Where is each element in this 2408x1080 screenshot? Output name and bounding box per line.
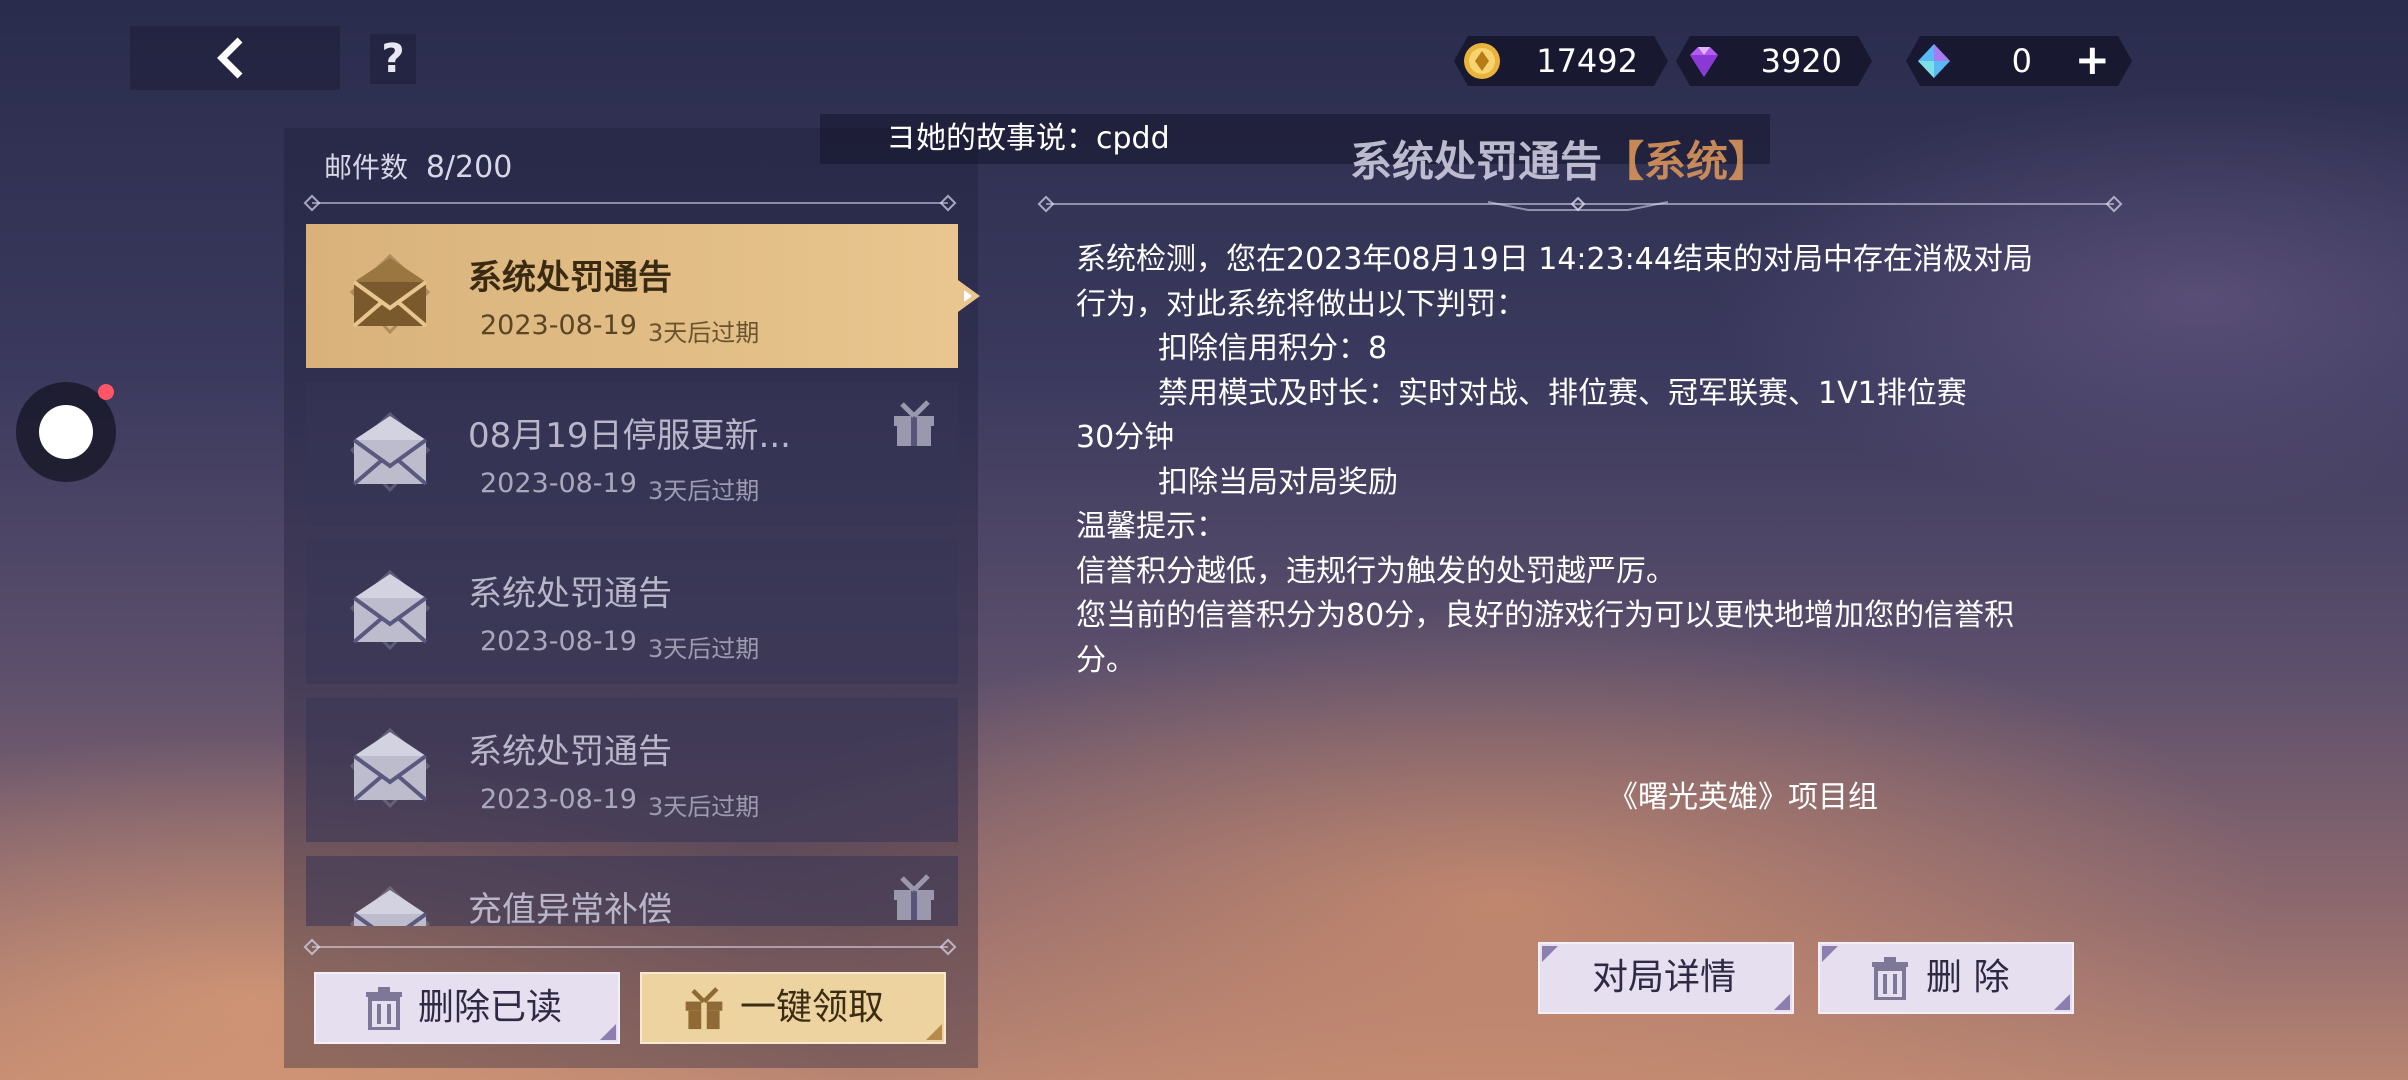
mail-title: 系统处罚通告	[468, 258, 672, 298]
mail-expiry: 3天后过期	[648, 477, 760, 505]
divider-ornament-icon	[1488, 196, 1668, 212]
mail-date: 2023-08-19	[480, 468, 637, 499]
match-details-button[interactable]: 对局详情	[1538, 942, 1794, 1014]
help-button[interactable]: ?	[370, 34, 416, 84]
mail-count-value: 8/200	[425, 150, 513, 185]
body-line: 30分钟	[1076, 420, 1175, 455]
delete-read-label: 删除已读	[418, 987, 563, 1028]
button-corner	[1774, 994, 1790, 1010]
floating-assistant-button[interactable]	[16, 382, 116, 482]
gift-icon	[685, 987, 723, 1030]
mail-title: 08月19日停服更新...	[468, 416, 791, 456]
trash-icon	[1872, 957, 1908, 1000]
delete-mail-button[interactable]: 删 除	[1818, 942, 2074, 1014]
envelope-icon	[350, 885, 430, 926]
mail-expiry: 3天后过期	[648, 635, 760, 663]
mail-detail-tag: 【系统】	[1602, 137, 1771, 186]
purple-diamond-icon	[1684, 41, 1724, 81]
mail-title: 系统处罚通告	[468, 574, 672, 614]
purple-diamond-value: 3920	[1760, 42, 1842, 80]
gold-coin-value: 17492	[1536, 42, 1638, 80]
mail-title: 系统处罚通告	[468, 732, 672, 772]
mail-date: 2023-08-19	[480, 310, 637, 341]
mail-list-panel: 邮件数 8/200 系统处罚通告 2023-08-19 3天后过期 08月19日…	[284, 128, 980, 1068]
blue-crystal-counter: 0 +	[1906, 36, 2132, 86]
body-line: 分。	[1076, 642, 1136, 678]
mail-expiry: 3天后过期	[648, 319, 760, 347]
notification-dot	[98, 384, 114, 400]
envelope-icon	[350, 569, 430, 651]
mail-item[interactable]: 08月19日停服更新... 2023-08-19 3天后过期	[306, 382, 958, 526]
blue-crystal-value: 0	[2011, 42, 2032, 80]
envelope-icon	[350, 253, 430, 335]
gift-icon	[894, 874, 934, 920]
assistant-circle-icon	[39, 405, 93, 459]
button-corner	[1542, 946, 1558, 962]
delete-mail-label: 删 除	[1926, 957, 2010, 998]
mail-expiry: 3天后过期	[648, 793, 760, 821]
body-line: 您当前的信誉积分为80分，良好的游戏行为可以更快地增加您的信誉积	[1076, 598, 2015, 633]
blue-crystal-icon	[1914, 41, 1954, 81]
button-corner	[1822, 946, 1838, 962]
purple-diamond-counter: 3920	[1676, 36, 1872, 86]
delete-read-button[interactable]: 删除已读	[314, 972, 620, 1044]
match-details-label: 对局详情	[1592, 957, 1737, 998]
button-corner	[926, 1024, 942, 1040]
mail-detail-title-text: 系统处罚通告	[1350, 137, 1603, 186]
mail-count-label: 邮件数	[324, 151, 409, 184]
mail-title: 充值异常补偿	[468, 890, 672, 926]
mail-date: 2023-08-19	[480, 626, 637, 657]
mail-item[interactable]: 系统处罚通告 2023-08-19 3天后过期	[306, 540, 958, 684]
back-button[interactable]	[130, 26, 340, 90]
add-currency-button[interactable]: +	[2075, 36, 2110, 84]
divider	[312, 202, 948, 204]
trash-icon	[366, 987, 402, 1030]
body-line: 温馨提示：	[1076, 509, 1226, 544]
body-line: 扣除信用积分：8	[1158, 331, 1388, 366]
mail-date: 2023-08-19	[480, 784, 637, 815]
gold-coin-counter: 17492	[1454, 36, 1668, 86]
mail-signature: 《曙光英雄》项目组	[1608, 780, 1878, 815]
claim-all-button[interactable]: 一键领取	[640, 972, 946, 1044]
envelope-icon	[350, 411, 430, 493]
button-corner	[600, 1024, 616, 1040]
envelope-icon	[350, 727, 430, 809]
mail-list[interactable]: 系统处罚通告 2023-08-19 3天后过期 08月19日停服更新... 20…	[306, 224, 958, 926]
body-line: 扣除当局对局奖励	[1158, 464, 1398, 500]
gift-icon	[894, 400, 934, 446]
chevron-left-icon	[217, 37, 243, 79]
selected-indicator-icon	[958, 280, 980, 312]
mail-count: 邮件数 8/200	[324, 146, 512, 186]
button-corner	[2054, 994, 2070, 1010]
body-line: 行为，对此系统将做出以下判罚：	[1076, 286, 1526, 322]
mail-item[interactable]: 系统处罚通告 2023-08-19 3天后过期	[306, 224, 958, 368]
body-line: 信誉积分越低，违规行为触发的处罚越严厉。	[1076, 553, 1676, 589]
mail-detail-body: 系统检测，您在2023年08月19日 14:23:44结束的对局中存在消极对局 …	[1076, 238, 2096, 683]
claim-all-label: 一键领取	[740, 987, 885, 1028]
broadcast-text: ヨ她的故事说：cpdd	[886, 121, 1170, 156]
mail-item[interactable]: 系统处罚通告 2023-08-19 3天后过期	[306, 698, 958, 842]
body-line: 禁用模式及时长：实时对战、排位赛、冠军联赛、1V1排位赛	[1158, 375, 1967, 411]
mail-detail-title: 系统处罚通告【系统】	[1350, 128, 1770, 189]
divider	[312, 946, 948, 948]
gold-coin-icon	[1462, 41, 1502, 81]
body-line: 系统检测，您在2023年08月19日 14:23:44结束的对局中存在消极对局	[1076, 242, 2033, 277]
mail-item[interactable]: 充值异常补偿	[306, 856, 958, 926]
